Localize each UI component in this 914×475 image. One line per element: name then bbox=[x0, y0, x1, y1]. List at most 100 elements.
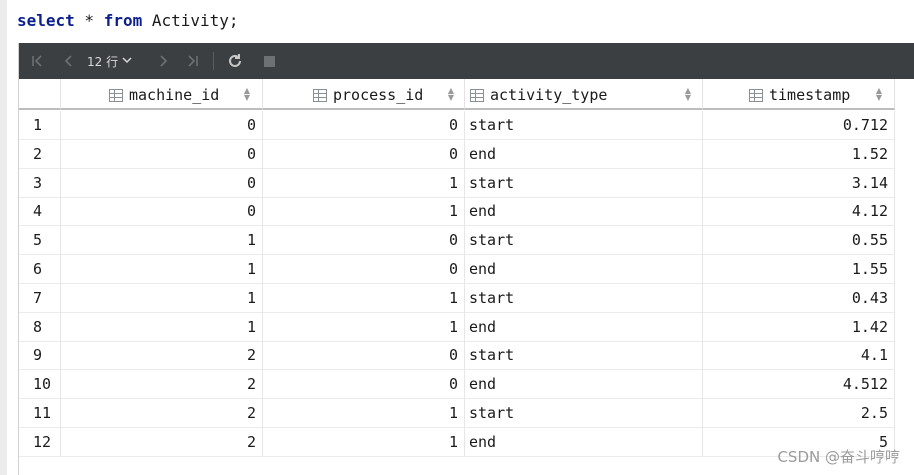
table-row[interactable]: 8 1 1 end 1.42 bbox=[19, 312, 914, 342]
row-number[interactable]: 8 bbox=[19, 312, 61, 342]
cell-machine-id[interactable]: 0 bbox=[61, 197, 263, 227]
sort-icon[interactable]: ▲ ▼ bbox=[875, 86, 883, 102]
cell-timestamp[interactable]: 4.12 bbox=[703, 197, 895, 227]
cell-machine-id[interactable]: 1 bbox=[61, 312, 263, 342]
cell-process-id[interactable]: 0 bbox=[263, 226, 465, 256]
table-row[interactable]: 3 0 1 start 3.14 bbox=[19, 168, 914, 198]
sql-keyword-select: select bbox=[17, 11, 75, 30]
cell-process-id[interactable]: 0 bbox=[263, 341, 465, 371]
cell-activity-type[interactable]: end bbox=[465, 197, 703, 227]
sort-icon[interactable]: ▲ ▼ bbox=[243, 86, 251, 102]
cell-activity-type[interactable]: start bbox=[465, 111, 703, 140]
cell-process-id[interactable]: 0 bbox=[263, 255, 465, 284]
cell-activity-type[interactable]: end bbox=[465, 139, 703, 169]
cell-timestamp[interactable]: 0.43 bbox=[703, 283, 895, 313]
table-row[interactable]: 10 2 0 end 4.512 bbox=[19, 370, 914, 400]
cell-process-id[interactable]: 0 bbox=[263, 370, 465, 400]
cell-machine-id[interactable]: 2 bbox=[61, 427, 263, 457]
editor-gutter bbox=[0, 0, 7, 475]
cell-machine-id[interactable]: 1 bbox=[61, 255, 263, 284]
cell-machine-id[interactable]: 2 bbox=[61, 341, 263, 371]
chevron-down-icon bbox=[122, 56, 132, 67]
cell-process-id[interactable]: 1 bbox=[263, 283, 465, 313]
table-row[interactable]: 6 1 0 end 1.55 bbox=[19, 255, 914, 284]
cell-timestamp[interactable]: 2.5 bbox=[703, 399, 895, 428]
table-row[interactable]: 1 0 0 start 0.712 bbox=[19, 111, 914, 140]
cell-timestamp[interactable]: 1.55 bbox=[703, 255, 895, 284]
result-toolbar: 12 行 bbox=[19, 43, 914, 79]
cell-machine-id[interactable]: 2 bbox=[61, 399, 263, 428]
row-number[interactable]: 11 bbox=[19, 399, 61, 428]
row-number[interactable]: 12 bbox=[19, 427, 61, 457]
column-header-label: machine_id bbox=[129, 86, 220, 104]
cell-process-id[interactable]: 1 bbox=[263, 168, 465, 198]
table-row[interactable]: 4 0 1 end 4.12 bbox=[19, 197, 914, 227]
first-page-icon[interactable] bbox=[27, 51, 47, 71]
cell-timestamp[interactable]: 1.42 bbox=[703, 312, 895, 342]
cell-activity-type[interactable]: end bbox=[465, 312, 703, 342]
cell-activity-type[interactable]: end bbox=[465, 370, 703, 400]
row-number[interactable]: 9 bbox=[19, 341, 61, 371]
column-icon bbox=[313, 88, 327, 102]
column-header-process-id[interactable]: process_id ▲ ▼ bbox=[263, 79, 465, 110]
cell-activity-type[interactable]: start bbox=[465, 341, 703, 371]
column-header-label: timestamp bbox=[769, 86, 851, 104]
cell-activity-type[interactable]: end bbox=[465, 255, 703, 284]
row-number[interactable]: 2 bbox=[19, 139, 61, 169]
cell-process-id[interactable]: 0 bbox=[263, 111, 465, 140]
sql-keyword-from: from bbox=[103, 11, 143, 30]
table-row[interactable]: 2 0 0 end 1.52 bbox=[19, 139, 914, 169]
sort-icon[interactable]: ▲ ▼ bbox=[447, 86, 455, 102]
table-row[interactable]: 9 2 0 start 4.1 bbox=[19, 341, 914, 371]
cell-process-id[interactable]: 0 bbox=[263, 139, 465, 169]
row-number-header bbox=[19, 79, 61, 110]
cell-timestamp[interactable]: 3.14 bbox=[703, 168, 895, 198]
sql-statement[interactable]: select * from Activity; bbox=[17, 10, 239, 32]
cell-timestamp[interactable]: 4.512 bbox=[703, 370, 895, 400]
cell-timestamp[interactable]: 1.52 bbox=[703, 139, 895, 169]
cell-machine-id[interactable]: 2 bbox=[61, 370, 263, 400]
row-number[interactable]: 10 bbox=[19, 370, 61, 400]
row-number[interactable]: 5 bbox=[19, 226, 61, 256]
previous-page-icon[interactable] bbox=[59, 51, 79, 71]
table-row[interactable]: 11 2 1 start 2.5 bbox=[19, 399, 914, 428]
column-header-timestamp[interactable]: timestamp ▲ ▼ bbox=[703, 79, 895, 110]
column-header-activity-type[interactable]: activity_type ▲ ▼ bbox=[465, 79, 703, 110]
column-header-machine-id[interactable]: machine_id ▲ ▼ bbox=[61, 79, 263, 110]
last-page-icon[interactable] bbox=[183, 51, 203, 71]
cell-machine-id[interactable]: 1 bbox=[61, 226, 263, 256]
row-number[interactable]: 6 bbox=[19, 255, 61, 284]
sort-icon[interactable]: ▲ ▼ bbox=[684, 86, 692, 102]
cell-timestamp[interactable]: 4.1 bbox=[703, 341, 895, 371]
cell-activity-type[interactable]: start bbox=[465, 226, 703, 256]
row-number[interactable]: 4 bbox=[19, 197, 61, 227]
row-number[interactable]: 3 bbox=[19, 168, 61, 198]
cell-machine-id[interactable]: 0 bbox=[61, 168, 263, 198]
cell-timestamp[interactable]: 0.712 bbox=[703, 111, 895, 140]
row-count-dropdown[interactable]: 12 行 bbox=[87, 51, 132, 71]
refresh-icon[interactable] bbox=[225, 51, 245, 71]
cell-process-id[interactable]: 1 bbox=[263, 399, 465, 428]
cell-activity-type[interactable]: start bbox=[465, 283, 703, 313]
cell-activity-type[interactable]: start bbox=[465, 168, 703, 198]
cell-machine-id[interactable]: 1 bbox=[61, 283, 263, 313]
cell-process-id[interactable]: 1 bbox=[263, 427, 465, 457]
row-number[interactable]: 7 bbox=[19, 283, 61, 313]
next-page-icon[interactable] bbox=[153, 51, 173, 71]
toolbar-separator bbox=[213, 52, 214, 70]
sql-editor[interactable]: select * from Activity; bbox=[7, 0, 914, 43]
result-panel: 12 行 machine_id ▲ ▼ process_id ▲ ▼ activ… bbox=[18, 43, 914, 475]
cell-activity-type[interactable]: start bbox=[465, 399, 703, 428]
cell-timestamp[interactable]: 0.55 bbox=[703, 226, 895, 256]
row-count-label: 12 行 bbox=[87, 54, 119, 69]
row-number[interactable]: 1 bbox=[19, 111, 61, 140]
stop-icon[interactable] bbox=[259, 51, 279, 71]
table-row[interactable]: 7 1 1 start 0.43 bbox=[19, 283, 914, 313]
cell-machine-id[interactable]: 0 bbox=[61, 111, 263, 140]
cell-process-id[interactable]: 1 bbox=[263, 197, 465, 227]
table-row[interactable]: 5 1 0 start 0.55 bbox=[19, 226, 914, 256]
cell-machine-id[interactable]: 0 bbox=[61, 139, 263, 169]
column-icon bbox=[109, 88, 123, 102]
cell-process-id[interactable]: 1 bbox=[263, 312, 465, 342]
cell-activity-type[interactable]: end bbox=[465, 427, 703, 457]
